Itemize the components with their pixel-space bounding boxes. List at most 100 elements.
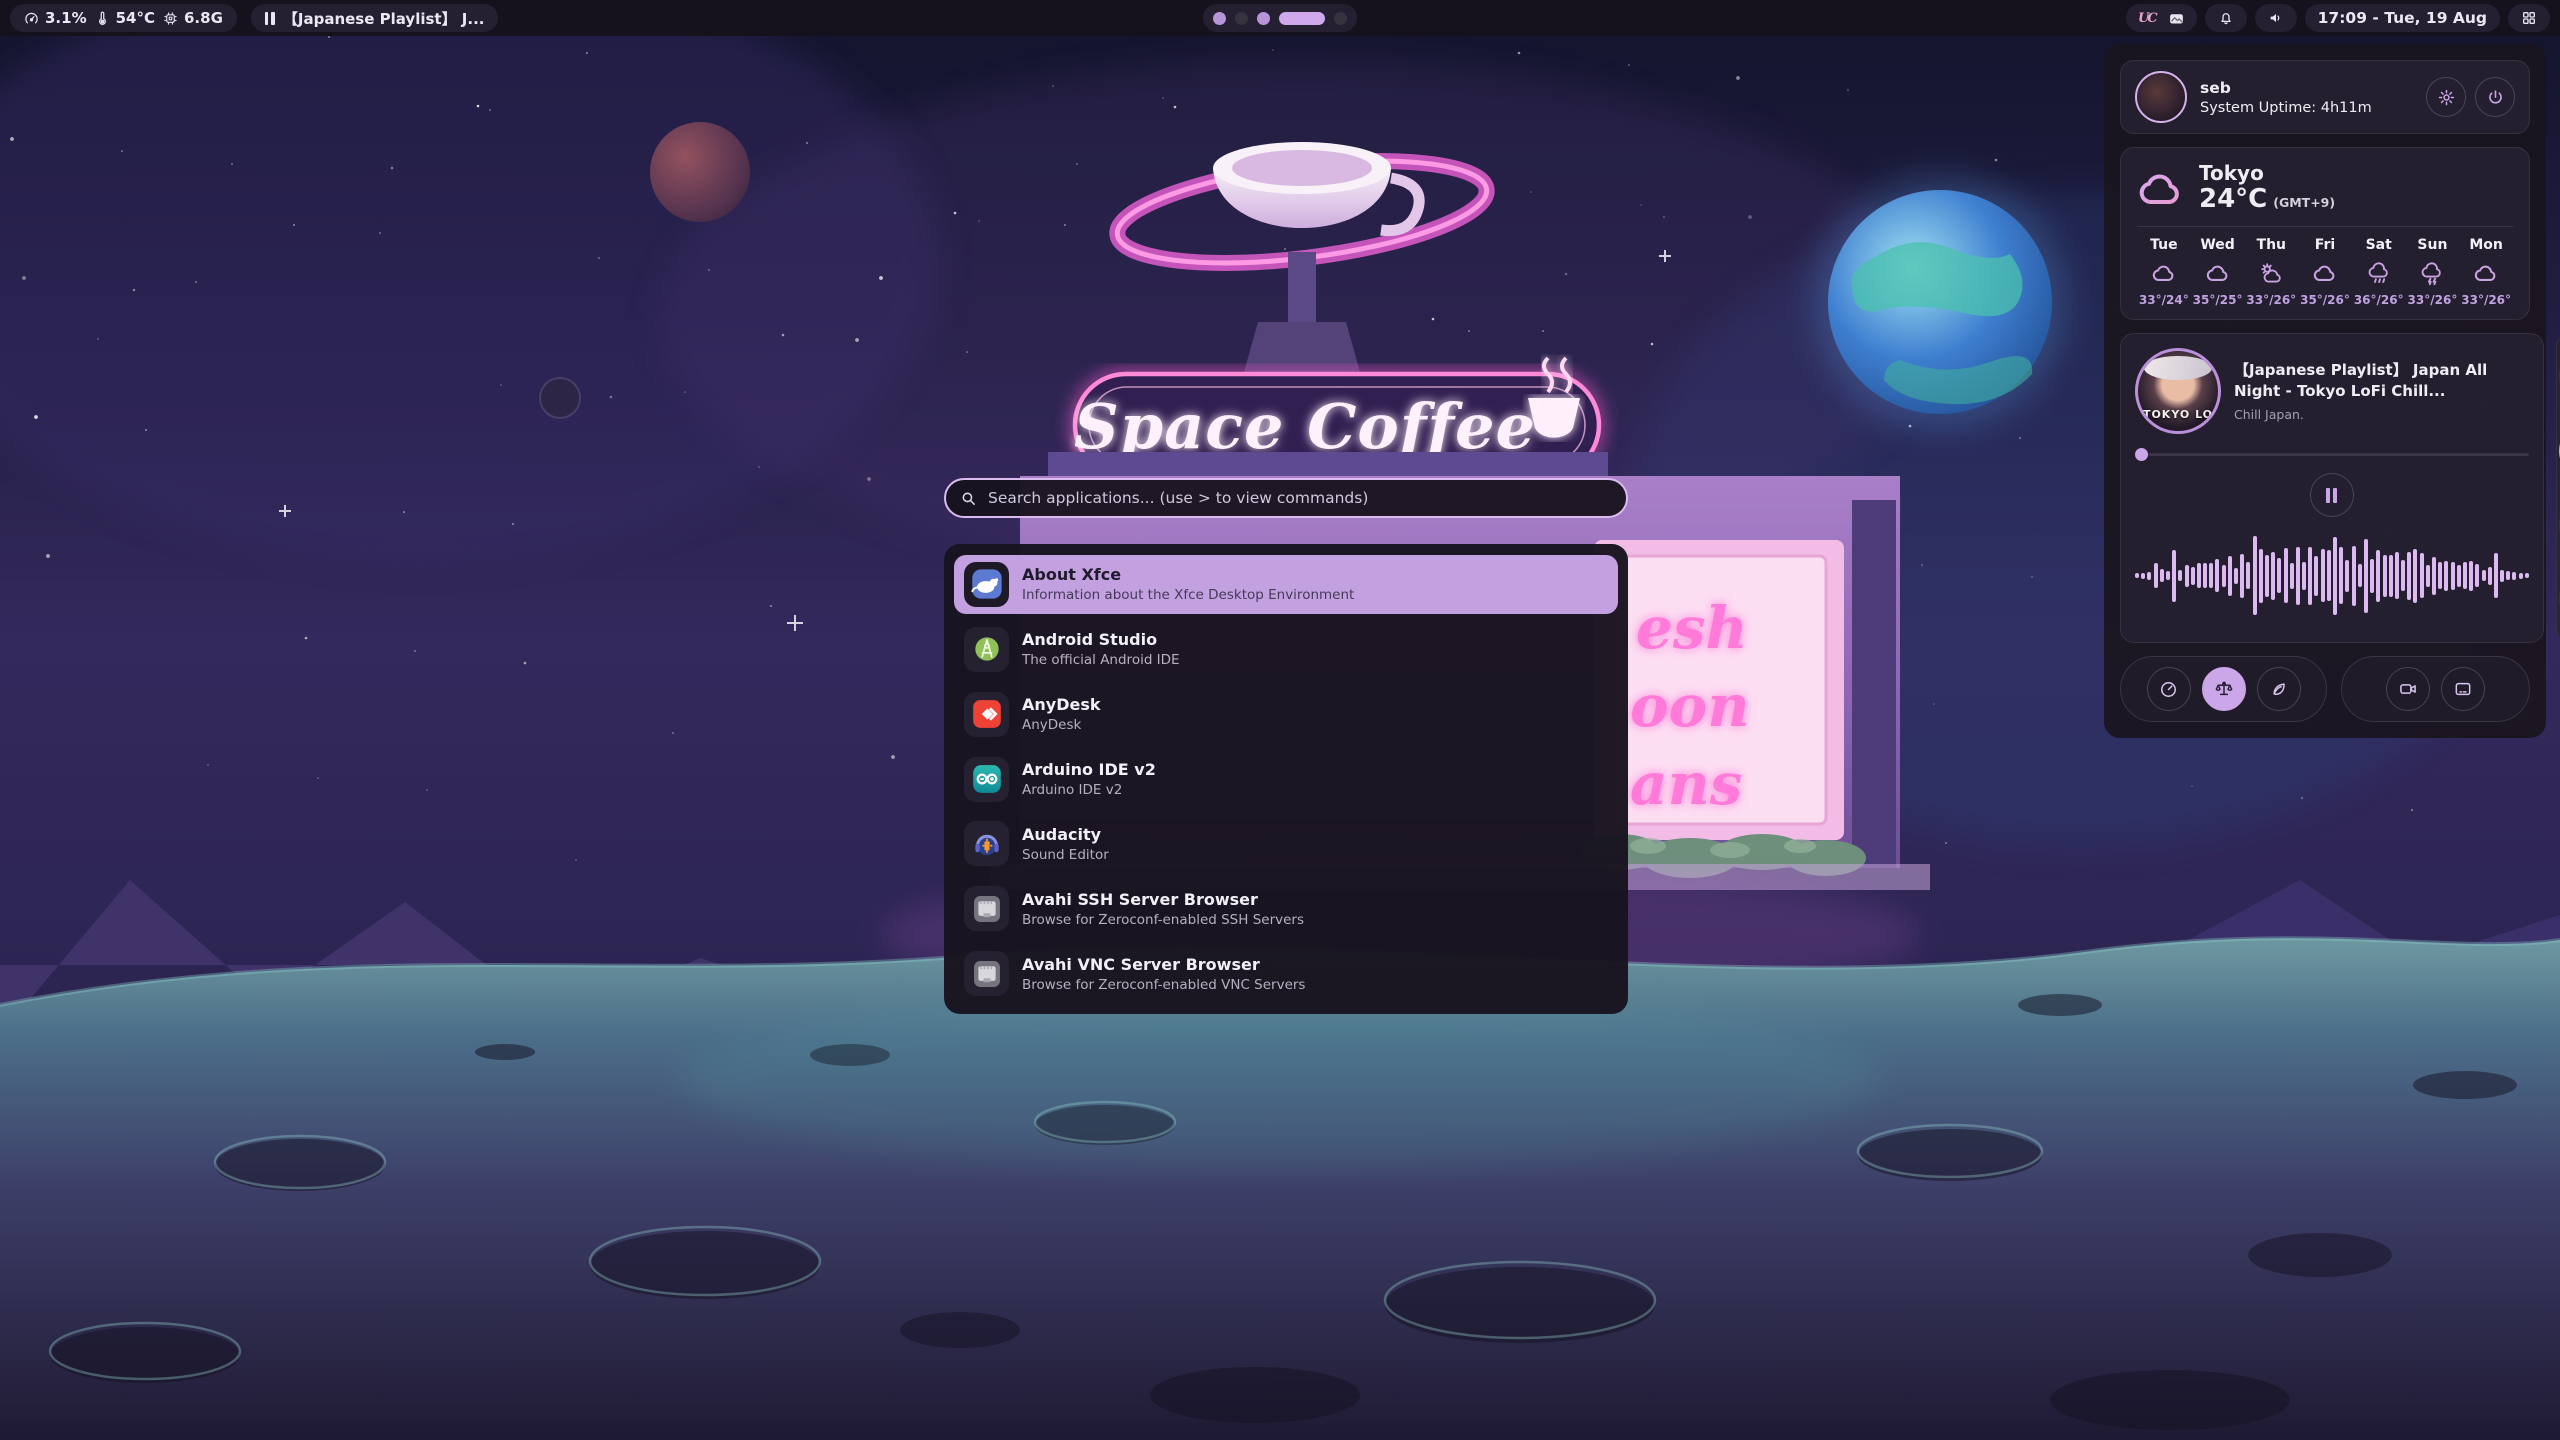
svg-text:oon: oon <box>1630 672 1750 740</box>
volume-button[interactable] <box>2255 4 2297 32</box>
workspace-dot-3[interactable] <box>1257 12 1270 25</box>
notifications-button[interactable] <box>2205 4 2247 32</box>
avatar <box>2135 71 2187 123</box>
play-pause-button[interactable] <box>2310 473 2354 517</box>
powersave-mode-button[interactable] <box>2257 667 2301 711</box>
result-about-xfce[interactable]: About Xfce Information about the Xfce De… <box>954 555 1618 614</box>
progress-knob[interactable] <box>2135 448 2148 461</box>
result-title: About Xfce <box>1022 565 1354 584</box>
search-input[interactable] <box>986 488 1612 508</box>
album-art-label: TOKYO LO <box>2138 408 2218 421</box>
forecast-day: Mon 33°/26° <box>2459 237 2513 307</box>
tray-app-icon[interactable]: UC <box>2138 11 2156 26</box>
result-anydesk[interactable]: AnyDesk AnyDesk <box>954 685 1618 744</box>
visualizer-bar <box>2438 562 2442 589</box>
visualizer-bar <box>2209 563 2213 588</box>
visualizer-bar <box>2451 562 2455 590</box>
workspace-dot-2[interactable] <box>1235 12 1248 25</box>
visualizer-bar <box>2358 564 2362 587</box>
pause-icon <box>2326 488 2337 503</box>
visualizer-bar <box>2370 559 2374 593</box>
visualizer-bar <box>2166 571 2170 580</box>
username: seb <box>2200 79 2372 97</box>
visualizer-bar <box>2432 557 2436 595</box>
visualizer-bar <box>2463 562 2467 589</box>
visualizer-bar <box>2141 573 2145 579</box>
visualizer-bar <box>2420 553 2424 598</box>
user-card: seb System Uptime: 4h11m <box>2120 60 2530 134</box>
anydesk-logo-icon <box>964 692 1009 737</box>
scales-icon <box>2214 679 2234 699</box>
result-title: Avahi SSH Server Browser <box>1022 890 1304 909</box>
visualizer-bar <box>2469 561 2473 591</box>
rain-icon <box>2352 259 2406 289</box>
visualizer-bar <box>2290 563 2294 589</box>
visualizer-bar <box>2383 555 2387 597</box>
power-icon <box>2486 88 2505 107</box>
performance-mode-button[interactable] <box>2147 667 2191 711</box>
visualizer-bar <box>2426 565 2430 587</box>
weather-timezone: (GMT+9) <box>2273 195 2335 210</box>
visualizer-bar <box>2407 552 2411 600</box>
visualizer-bar <box>2494 553 2498 598</box>
result-subtitle: The official Android IDE <box>1022 652 1180 668</box>
visualizer-bar <box>2135 573 2139 578</box>
forecast-day: Sun 33°/26° <box>2406 237 2460 307</box>
gear-icon <box>2437 88 2456 107</box>
audio-visualizer <box>2135 523 2529 628</box>
result-arduino-ide[interactable]: Arduino IDE v2 Arduino IDE v2 <box>954 750 1618 809</box>
forecast-row: Tue 33°/24° Wed 35°/25° Thu 33°/26° Fri … <box>2137 237 2513 307</box>
visualizer-bar <box>2321 549 2325 602</box>
visualizer-bar <box>2154 563 2158 588</box>
divider <box>2137 226 2513 227</box>
visualizer-bar <box>2376 550 2380 602</box>
planet-earth <box>1812 174 2068 430</box>
visualizer-bar <box>2395 552 2399 599</box>
screen-icon <box>2453 679 2473 699</box>
result-avahi-ssh[interactable]: Avahi SSH Server Browser Browse for Zero… <box>954 879 1618 938</box>
power-button[interactable] <box>2475 77 2515 117</box>
visualizer-bar <box>2296 547 2300 605</box>
visualizer-bar <box>2389 555 2393 597</box>
svg-text:esh: esh <box>1636 594 1748 662</box>
result-subtitle: Sound Editor <box>1022 847 1109 863</box>
result-avahi-vnc[interactable]: Avahi VNC Server Browser Browse for Zero… <box>954 944 1618 1003</box>
visualizer-bar <box>2457 565 2461 587</box>
track-title: 【Japanese Playlist】 Japan All Night - To… <box>2234 360 2529 401</box>
visualizer-bar <box>2215 559 2219 592</box>
chip-icon <box>163 11 178 26</box>
screen-record-button[interactable] <box>2386 667 2430 711</box>
forecast-day: Sat 36°/26° <box>2352 237 2406 307</box>
visualizer-bar <box>2444 561 2448 591</box>
xfce-logo-icon <box>964 562 1009 607</box>
forecast-day: Tue 33°/24° <box>2137 237 2191 307</box>
visualizer-bar <box>2203 563 2207 588</box>
track-progress-slider[interactable] <box>2135 448 2529 461</box>
workspace-dot-5[interactable] <box>1334 12 1347 25</box>
dashboard-button[interactable] <box>2508 4 2550 32</box>
result-audacity[interactable]: Audacity Sound Editor <box>954 814 1618 873</box>
result-android-studio[interactable]: Android Studio The official Android IDE <box>954 620 1618 679</box>
now-playing-pill[interactable]: 【Japanese Playlist】 J... <box>251 4 499 32</box>
system-tray: UC <box>2126 4 2197 32</box>
workspace-dot-4[interactable] <box>1279 12 1325 25</box>
uptime-label: System Uptime: 4h11m <box>2200 100 2372 116</box>
search-results-list: About Xfce Information about the Xfce De… <box>944 544 1628 1014</box>
balanced-mode-button[interactable] <box>2202 667 2246 711</box>
visualizer-bar <box>2475 564 2479 587</box>
network-jack-icon <box>964 886 1009 931</box>
screenshot-button[interactable] <box>2441 667 2485 711</box>
result-title: Arduino IDE v2 <box>1022 760 1156 779</box>
temp-value: 54°C <box>116 9 155 27</box>
weather-city: Tokyo <box>2199 162 2335 184</box>
result-title: Avahi VNC Server Browser <box>1022 955 1305 974</box>
clock[interactable]: 17:09 - Tue, 19 Aug <box>2305 4 2500 32</box>
visualizer-bar <box>2265 555 2269 597</box>
visualizer-bar <box>2339 547 2343 604</box>
thermometer-icon <box>95 11 110 26</box>
wallpaper-picture-icon[interactable] <box>2168 10 2185 27</box>
workspace-dot-1[interactable] <box>1213 12 1226 25</box>
settings-button[interactable] <box>2426 77 2466 117</box>
result-subtitle: Browse for Zeroconf-enabled SSH Servers <box>1022 912 1304 928</box>
visualizer-bar <box>2277 558 2281 593</box>
